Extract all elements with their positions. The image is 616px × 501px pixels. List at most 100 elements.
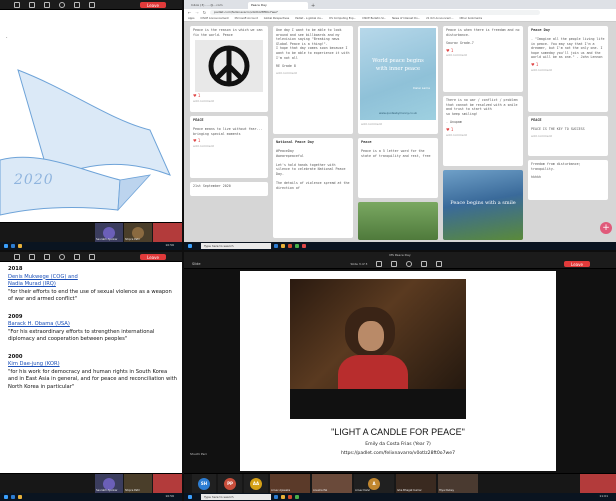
whiteboard-icon[interactable] <box>44 253 50 260</box>
mic-icon[interactable] <box>436 260 443 267</box>
taskbar-app-icon[interactable] <box>288 495 292 499</box>
participant-tile[interactable]: Isha Bhagat Kumar <box>396 474 436 493</box>
participant-tile[interactable]: Saurabh Ajankar <box>95 474 123 493</box>
more-icon[interactable] <box>59 253 65 260</box>
mic-icon[interactable] <box>89 253 95 260</box>
padlet-post[interactable]: National Peace Day #PeaceDay #wearepeace… <box>273 138 353 238</box>
add-comment[interactable]: add comment <box>528 68 608 72</box>
browser-tab[interactable]: Inbox (3) - ...@...com <box>188 2 248 9</box>
reload-icon[interactable]: ↻ <box>203 10 206 15</box>
share-screen-icon[interactable] <box>29 1 35 8</box>
participant-tile[interactable]: Shipra Patil <box>124 223 152 242</box>
back-icon[interactable]: ← <box>188 10 191 15</box>
participant-tile[interactable]: Shipra Patil <box>124 474 152 493</box>
participant-tile[interactable]: SH <box>192 474 216 493</box>
whiteboard-icon[interactable] <box>391 260 398 267</box>
camera-icon[interactable] <box>421 260 428 267</box>
participant-strip: Saurabh Ajankar Shipra Patil <box>0 473 182 493</box>
add-comment[interactable]: add comment <box>273 71 353 75</box>
leave-button[interactable]: Leave <box>140 254 166 260</box>
apps-icon[interactable] <box>14 1 20 8</box>
participant-tile[interactable]: AA <box>244 474 268 493</box>
padlet-post[interactable]: Freedom from disturbance; tranquility. h… <box>528 160 608 200</box>
taskbar-app-icon[interactable] <box>281 495 285 499</box>
taskbar-app-icon[interactable] <box>11 244 15 248</box>
padlet-post[interactable]: Peace is when there is freedom and no di… <box>443 26 523 92</box>
share-screen-icon[interactable] <box>29 253 35 260</box>
whiteboard-icon[interactable] <box>44 1 50 8</box>
participant-tile[interactable]: A Arnav Dalvi <box>354 474 394 493</box>
leave-button[interactable]: Leave <box>564 261 590 267</box>
padlet-post[interactable]: There is no war / conflict / problem tha… <box>443 96 523 166</box>
padlet-post[interactable]: Peace begins with a smile <box>443 170 523 240</box>
bookmark[interactable]: CISCE Bulletin Sl... <box>362 17 386 20</box>
padlet-post[interactable]: Peace Peace is a 5 letter word for the s… <box>358 138 438 198</box>
taskbar-app-icon[interactable] <box>295 495 299 499</box>
forward-icon[interactable]: → <box>195 10 198 15</box>
participant-tile[interactable]: Saurabh Ajankar <box>95 223 123 242</box>
camera-icon[interactable] <box>74 253 80 260</box>
presenter-label: Shuchi Peri <box>190 452 207 456</box>
self-video-tile[interactable] <box>580 474 616 493</box>
add-post-button[interactable]: + <box>600 222 612 234</box>
participant-tile[interactable]: Arnav Ajawaka <box>270 474 310 493</box>
quote-author: Dalai Lama <box>413 86 430 90</box>
add-comment[interactable]: add comment <box>190 99 268 103</box>
bookmark[interactable]: News of Interest Do... <box>392 17 420 20</box>
taskbar-app-icon[interactable] <box>281 244 285 248</box>
windows-start-icon[interactable] <box>4 495 8 499</box>
more-icon[interactable] <box>59 1 65 8</box>
taskbar-app-icon[interactable] <box>288 244 292 248</box>
url-input[interactable]: padlet.com/felixnavarro/v0otlz28ft0o7we7 <box>210 10 541 15</box>
windows-start-icon[interactable] <box>4 244 8 248</box>
padlet-post[interactable]: Peace is the reason in which we can fix … <box>190 26 268 112</box>
nobel-citation: "for his work for democracy and human ri… <box>8 368 177 390</box>
bookmark[interactable]: Microsoft Account <box>235 17 258 20</box>
taskbar-clock: 10:56 <box>165 494 174 498</box>
camera-icon[interactable] <box>74 1 80 8</box>
more-icon[interactable] <box>406 260 413 267</box>
taskbar-app-icon[interactable] <box>274 244 278 248</box>
padlet-post[interactable]: 21st September 2020 <box>190 182 268 196</box>
padlet-post[interactable]: PEACE PEACE IS THE KEY TO SUCCESS add co… <box>528 116 608 156</box>
mic-icon[interactable] <box>89 1 95 8</box>
add-comment[interactable]: add comment <box>528 134 608 138</box>
taskbar-app-icon[interactable] <box>11 495 15 499</box>
padlet-post[interactable]: World peace begins with inner peace Dala… <box>358 26 438 134</box>
add-comment[interactable]: add comment <box>358 122 438 126</box>
taskbar-app-icon[interactable] <box>274 495 278 499</box>
bookmark[interactable]: Padlet - a global cla... <box>295 17 323 20</box>
participant-tile[interactable]: Hiya Dubey <box>438 474 478 493</box>
taskbar-app-icon[interactable] <box>18 244 22 248</box>
add-comment[interactable]: add comment <box>190 144 268 148</box>
add-comment[interactable]: add comment <box>443 53 523 57</box>
windows-start-icon[interactable] <box>188 495 192 499</box>
apps-icon[interactable] <box>14 253 20 260</box>
participant-tile[interactable] <box>153 474 182 493</box>
padlet-post[interactable]: One day I want to be able to look around… <box>273 26 353 134</box>
participant-tile[interactable]: PP <box>218 474 242 493</box>
padlet-post[interactable]: PEACE Peace means to live without fear..… <box>190 116 268 178</box>
bookmark[interactable]: DS Computing Exp... <box>329 17 356 20</box>
bookmark[interactable]: CISCE Announcement <box>200 17 228 20</box>
taskbar-app-icon[interactable] <box>295 244 299 248</box>
taskbar-app-icon[interactable] <box>302 244 306 248</box>
windows-start-icon[interactable] <box>188 244 192 248</box>
taskbar-app-icon[interactable] <box>18 495 22 499</box>
participant-tile[interactable]: Anusha Pal <box>312 474 352 493</box>
taskbar-search-input[interactable]: Type here to search <box>201 494 271 500</box>
add-comment[interactable]: add comment <box>443 133 523 137</box>
participant-tile[interactable] <box>153 223 182 242</box>
bookmark[interactable]: 21 Oct Announcem... <box>426 17 453 20</box>
bookmark[interactable]: Global Perspectives <box>264 17 289 20</box>
banner-year: 2020 <box>14 172 54 188</box>
taskbar-search-input[interactable]: Type here to search <box>201 243 271 249</box>
bookmark[interactable]: Apps <box>188 17 194 20</box>
participant-name: Arnav Ajawaka <box>271 489 291 492</box>
browser-tab-active[interactable]: Peace Day <box>248 2 308 9</box>
leave-button[interactable]: Leave <box>140 2 166 8</box>
padlet-post[interactable]: Peace Day - "Imagine all the people livi… <box>528 26 608 112</box>
share-screen-icon[interactable] <box>376 260 383 267</box>
participant-strip: Saurabh Ajankar Shipra Patil <box>0 222 182 242</box>
bookmark[interactable]: Other bookmarks <box>460 17 483 20</box>
